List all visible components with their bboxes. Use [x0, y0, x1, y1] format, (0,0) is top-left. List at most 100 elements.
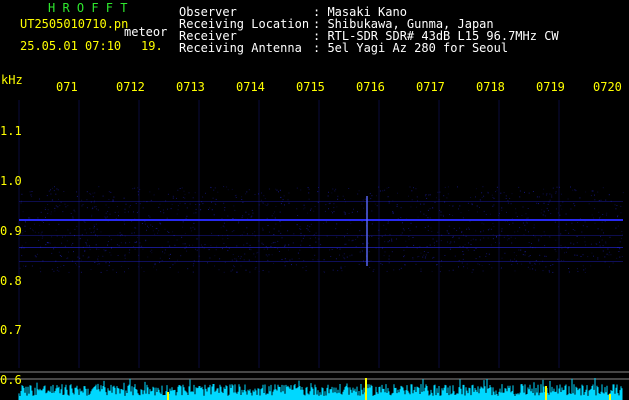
noise-dot — [200, 209, 202, 211]
noise-dot — [408, 238, 410, 240]
noise-dot — [125, 203, 127, 205]
noise-dot — [519, 190, 521, 192]
noise-dot — [167, 241, 169, 243]
noise-dot — [574, 189, 576, 191]
noise-dot — [401, 222, 403, 224]
noise-dot — [342, 255, 344, 257]
noise-dot — [481, 265, 483, 267]
noise-dot — [308, 188, 310, 190]
noise-dot — [287, 230, 289, 232]
noise-dot — [563, 259, 565, 261]
noise-dot — [199, 204, 201, 206]
noise-dot — [521, 215, 523, 216]
noise-dot — [427, 229, 429, 231]
noise-dot — [209, 207, 211, 209]
noise-dot — [468, 228, 470, 230]
noise-dot — [317, 259, 319, 261]
noise-dot — [400, 207, 402, 209]
noise-dot — [436, 197, 437, 199]
noise-dot — [466, 263, 468, 265]
noise-dot — [514, 270, 516, 272]
noise-dot — [95, 223, 97, 225]
noise-dot — [153, 194, 155, 196]
noise-dot — [308, 198, 310, 200]
noise-dot — [427, 252, 429, 253]
noise-dot — [264, 204, 266, 206]
noise-dot — [106, 216, 108, 218]
noise-dot — [617, 225, 619, 227]
noise-dot — [86, 245, 88, 247]
noise-dot — [536, 202, 538, 204]
noise-dot — [284, 244, 286, 246]
noise-dot — [235, 194, 237, 196]
noise-dot — [572, 229, 574, 230]
noise-dot — [483, 210, 485, 212]
noise-dot — [511, 264, 513, 266]
noise-dot — [468, 242, 470, 244]
noise-dot — [232, 254, 234, 255]
noise-dot — [167, 208, 168, 210]
noise-dot — [30, 194, 32, 196]
noise-dot — [402, 228, 404, 230]
noise-dot — [291, 258, 293, 260]
noise-dot — [117, 211, 119, 213]
noise-dot — [481, 197, 483, 199]
noise-dot — [348, 212, 350, 214]
noise-dot — [20, 202, 22, 204]
noise-dot — [174, 262, 176, 264]
noise-dot — [337, 198, 339, 200]
noise-dot — [486, 253, 488, 255]
noise-dot — [258, 271, 260, 273]
noise-dot — [590, 195, 592, 197]
noise-dot — [561, 208, 563, 210]
noise-dot — [172, 231, 174, 233]
noise-dot — [423, 251, 425, 252]
noise-dot — [410, 222, 412, 224]
noise-dot — [29, 217, 31, 219]
noise-dot — [116, 244, 118, 246]
noise-dot — [552, 264, 554, 266]
noise-dot — [211, 209, 213, 211]
noise-dot — [386, 270, 388, 272]
noise-dot — [573, 203, 575, 205]
noise-dot — [223, 186, 225, 188]
noise-dot — [297, 215, 299, 216]
noise-dot — [298, 258, 300, 260]
noise-dot — [150, 199, 152, 201]
noise-dot — [208, 209, 209, 210]
noise-dot — [388, 202, 390, 204]
noise-dot — [345, 243, 347, 245]
noise-dot — [344, 236, 345, 238]
noise-dot — [296, 208, 298, 210]
noise-dot — [195, 204, 197, 205]
noise-dot — [135, 242, 137, 243]
noise-dot — [307, 187, 309, 189]
noise-dot — [604, 256, 606, 258]
noise-dot — [487, 191, 489, 193]
noise-dot — [268, 231, 270, 233]
noise-dot — [416, 206, 418, 208]
noise-dot — [67, 229, 69, 231]
noise-dot — [71, 244, 73, 246]
noise-dot — [51, 268, 53, 270]
noise-dot — [300, 244, 302, 246]
noise-dot — [385, 228, 387, 230]
noise-dot — [284, 204, 285, 206]
noise-dot — [80, 271, 82, 273]
noise-dot — [237, 222, 239, 224]
noise-dot — [515, 208, 517, 210]
noise-dot — [368, 251, 370, 253]
noise-dot — [501, 207, 503, 209]
noise-dot — [192, 265, 194, 267]
noise-dot — [92, 196, 94, 198]
noise-dot — [590, 265, 592, 267]
noise-dot — [52, 199, 54, 201]
noise-dot — [601, 239, 603, 241]
noise-dot — [548, 271, 550, 273]
noise-dot — [172, 264, 174, 266]
noise-dot — [475, 247, 477, 249]
noise-dot — [179, 188, 181, 189]
noise-dot — [40, 271, 42, 273]
noise-dot — [204, 244, 206, 246]
noise-dot — [79, 238, 81, 240]
